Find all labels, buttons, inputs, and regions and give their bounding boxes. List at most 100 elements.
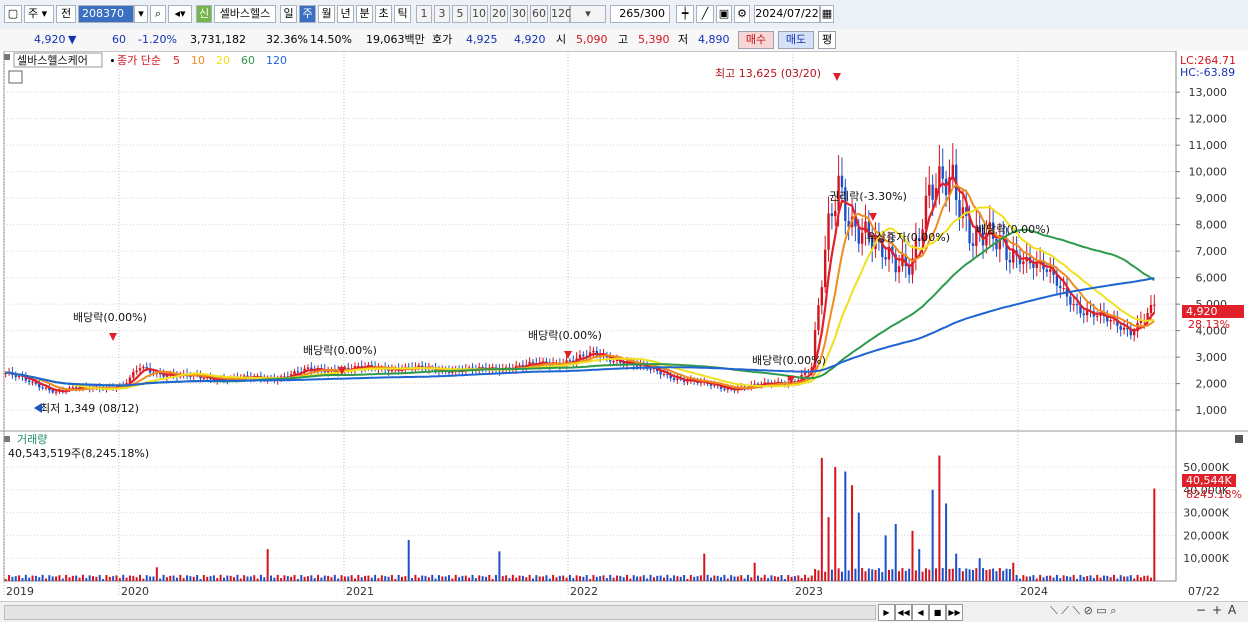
volume-bar	[239, 578, 242, 581]
candle-body	[1075, 304, 1079, 306]
volume-bar	[767, 578, 770, 581]
interval-button-20[interactable]: 20	[490, 5, 508, 23]
volume-bar	[656, 575, 659, 581]
interval-dropdown[interactable]: ▾	[570, 5, 606, 23]
period-tab-5[interactable]: 초	[375, 5, 392, 23]
line-tool-icon[interactable]: ╱	[696, 5, 714, 23]
volume-bar	[757, 575, 760, 581]
drawing-tools[interactable]: ⟍ ⟋ ⟍ ⊘ ▭ ⌕	[1050, 604, 1116, 618]
volume-bar	[686, 578, 689, 581]
nav-button-3[interactable]: ■	[929, 604, 946, 621]
volume-bar	[179, 574, 182, 581]
nav-button-0[interactable]: ▶	[878, 604, 895, 621]
volume-bar	[740, 575, 743, 581]
volume-bar	[696, 576, 699, 581]
legend-toggle-icon[interactable]	[4, 54, 10, 60]
code-dropdown-icon[interactable]: ▾	[134, 5, 148, 23]
candle-body	[1049, 269, 1052, 272]
volume-bar	[887, 570, 890, 581]
interval-button-60[interactable]: 60	[530, 5, 548, 23]
chart-menu-icon[interactable]: ▢	[4, 5, 22, 23]
period-tab-2[interactable]: 월	[318, 5, 335, 23]
interval-button-1[interactable]: 1	[416, 5, 432, 23]
volume-bar	[961, 571, 964, 581]
volume-bar	[464, 575, 467, 581]
calendar-icon[interactable]: ▦	[820, 5, 834, 23]
volume-bar	[827, 517, 830, 581]
volume-bar	[256, 578, 259, 581]
volume-bar	[468, 577, 471, 581]
stock-code-input[interactable]: 208370	[78, 5, 134, 23]
volume-bar	[1082, 576, 1085, 581]
volume-bar	[199, 578, 202, 581]
volume-bar	[693, 576, 696, 581]
candle-body	[897, 266, 901, 273]
zoom-button-0[interactable]: −	[1196, 603, 1206, 617]
date-input[interactable]: 2024/07/22	[754, 5, 820, 23]
interval-button-120[interactable]: 120	[550, 5, 572, 23]
volume-bar	[948, 568, 951, 581]
period-tab-0[interactable]: 일	[280, 5, 297, 23]
volume-bar	[1092, 578, 1095, 581]
chart-scrollbar[interactable]	[4, 605, 876, 620]
annotation-capital-increase: 유상증자(0.00%)	[866, 231, 950, 244]
sell-button[interactable]: 매도	[778, 31, 814, 49]
candle-body	[827, 213, 830, 250]
volume-bar	[753, 562, 756, 581]
candle-body	[138, 368, 142, 371]
volume-bar	[817, 570, 820, 581]
volume-bar	[471, 574, 474, 581]
period-tab-3[interactable]: 년	[337, 5, 354, 23]
period-tab-4[interactable]: 분	[356, 5, 373, 23]
volume-bar	[720, 577, 723, 581]
table-icon[interactable]	[8, 70, 23, 84]
search-icon[interactable]: ⌕	[150, 5, 166, 23]
prev-button[interactable]: 전	[56, 5, 76, 23]
market-type-select[interactable]: 주 ▾	[24, 5, 54, 23]
volume-bar	[202, 574, 205, 581]
candle-body	[518, 364, 521, 366]
save-icon[interactable]: ▣	[716, 5, 732, 23]
volume-bar	[1052, 577, 1055, 581]
volume-bar	[1086, 576, 1089, 581]
interval-button-10[interactable]: 10	[470, 5, 488, 23]
volume-bar	[1123, 576, 1126, 581]
buy-button[interactable]: 매수	[738, 31, 774, 49]
candle-body	[817, 305, 820, 331]
price-tick-label: 13,000	[1189, 86, 1228, 99]
nav-button-2[interactable]: ◀	[912, 604, 929, 621]
zoom-button-2[interactable]: A	[1228, 603, 1236, 617]
interval-button-3[interactable]: 3	[434, 5, 450, 23]
volume-legend-toggle-icon[interactable]	[4, 436, 10, 442]
period-tab-6[interactable]: 틱	[394, 5, 411, 23]
volume-bar	[108, 576, 111, 581]
interval-button-5[interactable]: 5	[452, 5, 468, 23]
volume-bar	[713, 575, 716, 581]
volume-bar	[448, 575, 451, 581]
quote-bar: 4,920 ▼ 60 -1.20% 3,731,182 32.36% 14.50…	[0, 29, 1248, 52]
stock-chart[interactable]: 13,000 12,000 11,000 10,000 9,000 8,000 7,000 6…	[0, 51, 1248, 601]
zoom-button-1[interactable]: +	[1212, 603, 1222, 617]
sound-icon[interactable]: ◂▾	[168, 5, 192, 23]
volume-bar	[243, 575, 246, 581]
volume-bar	[548, 578, 551, 581]
nav-button-1[interactable]: ◀◀	[895, 604, 912, 621]
settings-gear-icon[interactable]: ⚙	[734, 5, 750, 23]
volume-bar	[142, 578, 145, 581]
candle-count[interactable]: 265/300	[610, 5, 670, 23]
eval-button[interactable]: 평	[818, 31, 836, 49]
nav-button-4[interactable]: ▶▶	[946, 604, 963, 621]
volume-bar	[904, 570, 907, 581]
stock-name[interactable]: 셀바스헬스	[214, 5, 276, 23]
volume-bar	[1012, 562, 1015, 581]
volume-bar	[743, 578, 746, 581]
close-panel-icon[interactable]	[1235, 435, 1243, 443]
interval-button-30[interactable]: 30	[510, 5, 528, 23]
candle-type-icon[interactable]: ┿	[676, 5, 694, 23]
period-tab-1[interactable]: 주	[299, 5, 316, 23]
volume-bar	[861, 568, 864, 581]
volume-bar	[1076, 578, 1079, 581]
volume-bar	[186, 575, 189, 581]
volume-tick-label: 20,000K	[1183, 529, 1229, 542]
volume-bar	[273, 577, 276, 581]
